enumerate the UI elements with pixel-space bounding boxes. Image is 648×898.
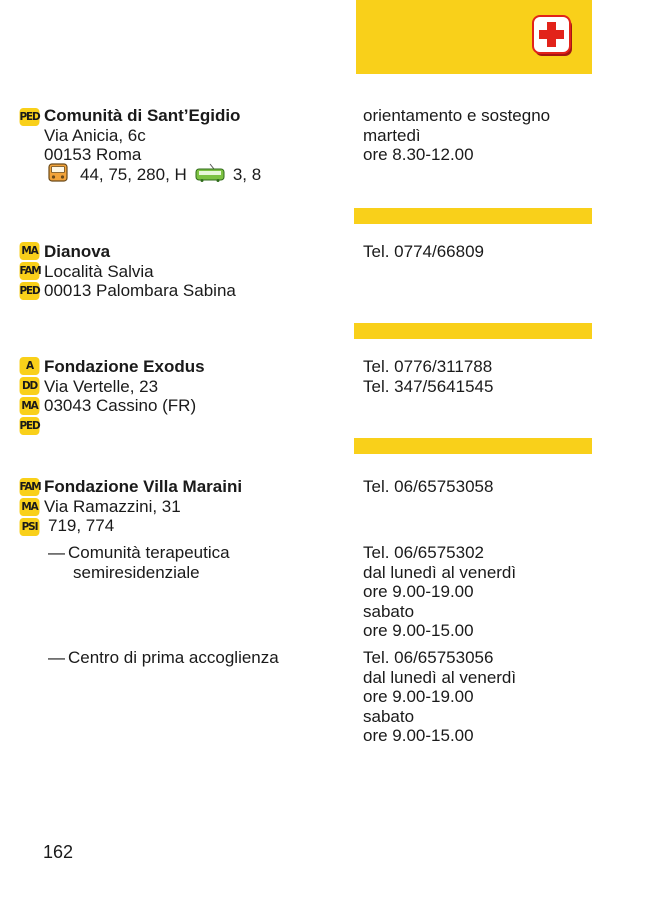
entry-details: orientamento e sostegno martedì ore 8.30… — [363, 106, 550, 165]
entry-sant-egidio: Comunità di Sant’Egidio Via Anicia, 6c 0… — [44, 106, 261, 189]
entry-details: Tel. 0774/66809 — [363, 242, 484, 262]
tram-icon — [195, 163, 225, 182]
address-line: 03043 Cassino (FR) — [44, 396, 197, 416]
detail-line: orientamento e sostegno — [363, 106, 551, 125]
phone-line: Tel. 347/5641545 — [363, 376, 494, 396]
badge-ped: PED — [19, 108, 41, 126]
dash-marker: — — [48, 648, 65, 667]
section-separator — [354, 208, 592, 224]
address-line: 719, 774 — [48, 516, 115, 536]
hours-line: ore 9.00-15.00 — [363, 621, 474, 641]
sub-service-details: Tel. 06/6575302 dal lunedì al venerdì or… — [363, 543, 516, 641]
page-number: 162 — [43, 842, 74, 862]
phone-line: Tel. 0774/66809 — [363, 242, 484, 261]
address-line: 00153 Roma — [44, 145, 142, 165]
sub-service-label: Comunità terapeutica — [68, 543, 230, 562]
address-line: Via Vertelle, 23 — [44, 376, 159, 396]
badge-ma: MA — [19, 242, 40, 260]
bus-lines: 44, 75, 280, H — [80, 164, 187, 184]
address-line: Via Ramazzini, 31 — [44, 496, 181, 516]
entry-dianova: Dianova Località Salvia 00013 Palombara … — [44, 242, 236, 301]
first-aid-icon — [532, 15, 572, 56]
dash-marker: — — [48, 543, 65, 562]
sub-service-details: Tel. 06/65753056 dal lunedì al venerdì o… — [363, 648, 516, 746]
sub-service-accoglienza: — Centro di prima accoglienza — [48, 648, 279, 668]
address-line: Località Salvia — [44, 261, 154, 281]
detail-line: martedì — [363, 125, 421, 145]
sub-service-comunita: — Comunità terapeutica semiresidenziale — [48, 543, 230, 582]
hours-line: ore 9.00-19.00 — [363, 582, 474, 602]
entry-badges: FAM MA PSI — [19, 478, 42, 538]
hours-line: dal lunedì al venerdì — [363, 562, 517, 582]
detail-line: ore 8.30-12.00 — [363, 145, 474, 165]
hours-line: sabato — [363, 601, 415, 621]
entry-villa-maraini: Fondazione Villa Maraini Via Ramazzini, … — [44, 477, 242, 536]
phone-line: Tel. 06/65753056 — [363, 648, 494, 667]
bus-icon — [48, 163, 68, 182]
entry-badges: A DD MA PED — [19, 357, 41, 437]
entry-name: Fondazione Villa Maraini — [44, 477, 243, 496]
badge-psi: PSI — [19, 518, 40, 536]
hours-line: sabato — [363, 706, 415, 726]
section-separator — [354, 323, 592, 339]
phone-line: Tel. 0776/311788 — [363, 357, 493, 376]
entry-exodus: Fondazione Exodus Via Vertelle, 23 03043… — [44, 357, 205, 416]
phone-line: Tel. 06/6575302 — [363, 543, 484, 562]
entry-name: Dianova — [44, 242, 111, 261]
badge-ma: MA — [19, 397, 40, 415]
entry-badges: MA FAM PED — [19, 242, 42, 302]
entry-details: Tel. 0776/311788 Tel. 347/5641545 — [363, 357, 493, 396]
hours-line: ore 9.00-15.00 — [363, 726, 474, 746]
badge-dd: DD — [19, 377, 40, 395]
sub-service-label: Centro di prima accoglienza — [68, 648, 279, 667]
tram-lines: 3, 8 — [232, 164, 262, 184]
address-line: 00013 Palombara Sabina — [44, 281, 236, 301]
address-line: Via Anicia, 6c — [44, 125, 146, 145]
badge-ped: PED — [19, 282, 41, 300]
phone-line: Tel. 06/65753058 — [363, 477, 494, 496]
badge-fam: FAM — [19, 478, 42, 496]
badge-ma: MA — [19, 498, 40, 516]
entry-badges: PED — [19, 108, 41, 128]
entry-name: Fondazione Exodus — [44, 357, 205, 376]
badge-a: A — [19, 357, 40, 375]
entry-name: Comunità di Sant’Egidio — [44, 106, 241, 125]
badge-fam: FAM — [19, 262, 42, 280]
entry-details: Tel. 06/65753058 — [363, 477, 493, 497]
section-separator — [354, 438, 592, 454]
transit-info: 44, 75, 280, H 3, 8 — [44, 163, 262, 185]
sub-service-label: semiresidenziale — [73, 562, 200, 582]
badge-ped: PED — [19, 417, 41, 435]
hours-line: dal lunedì al venerdì — [363, 667, 517, 687]
hours-line: ore 9.00-19.00 — [363, 687, 474, 707]
